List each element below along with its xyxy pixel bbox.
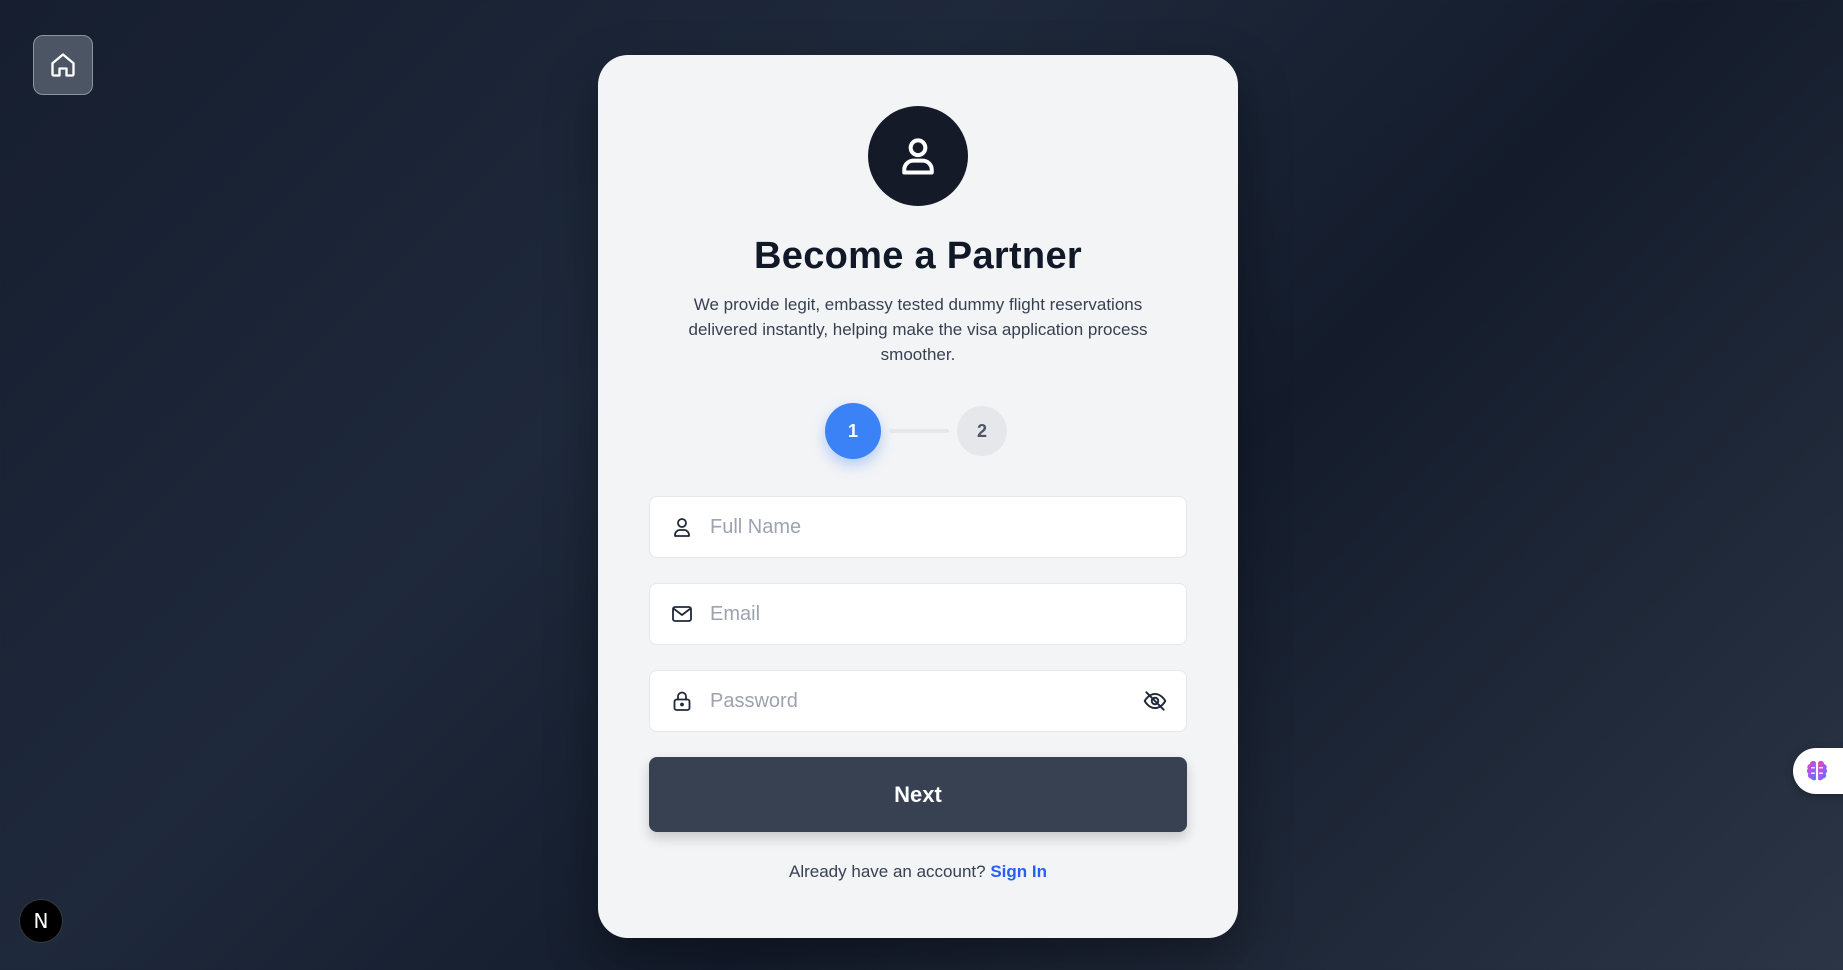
email-input[interactable] [710,584,1186,644]
home-icon [51,53,75,77]
stepper: 1 2 [825,403,1015,459]
signup-card: Become a Partner We provide legit, embas… [598,55,1238,938]
signin-row: Already have an account? Sign In [598,862,1238,882]
mail-icon [672,606,692,622]
step-1[interactable]: 1 [825,403,881,459]
lock-icon [673,691,691,711]
avatar [868,106,968,206]
eye-off-icon[interactable] [1142,688,1168,714]
full-name-input[interactable] [710,497,1186,557]
step-connector [889,429,949,433]
signin-prompt: Already have an account? [789,862,986,881]
email-field [649,583,1187,645]
signin-link[interactable]: Sign In [990,862,1047,881]
next-button[interactable]: Next [649,757,1187,832]
step-2[interactable]: 2 [957,406,1007,456]
side-widget[interactable] [1793,748,1843,794]
password-field [649,670,1187,732]
user-icon [902,138,934,175]
page-subtitle: We provide legit, embassy tested dummy f… [688,295,1148,364]
password-input[interactable] [710,671,1142,731]
brain-icon [1806,760,1828,781]
next-badge[interactable]: N [19,899,63,943]
user-icon [674,518,690,537]
home-button[interactable] [33,35,93,95]
full-name-field [649,496,1187,558]
page-title: Become a Partner [754,235,1082,277]
